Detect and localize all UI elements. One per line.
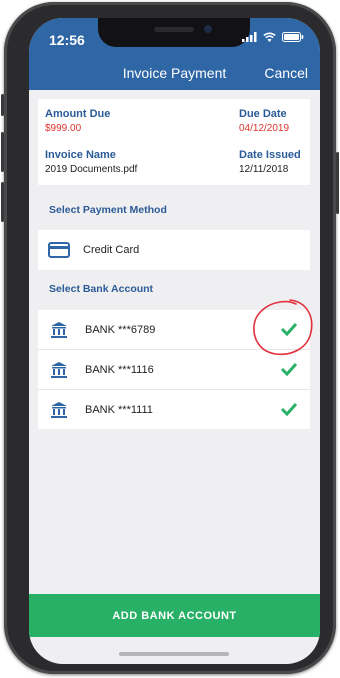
phone-frame: 12:56 Invoice Payment Cancel Amount Due …	[1, 2, 339, 674]
due-date-field: Due Date 04/12/2019	[239, 108, 289, 134]
bank-account-row[interactable]: BANK ***1116	[38, 350, 310, 390]
amount-due-field: Amount Due $999.00	[45, 108, 110, 134]
check-icon	[280, 362, 298, 376]
screen: 12:56 Invoice Payment Cancel Amount Due …	[29, 18, 320, 664]
wifi-icon	[263, 32, 276, 42]
credit-card-icon	[48, 242, 70, 258]
bank-account-list: BANK ***6789 BANK ***1116 BANK ***1111	[38, 310, 310, 429]
invoice-name-label: Invoice Name	[45, 149, 116, 161]
payment-method-heading: Select Payment Method	[49, 204, 167, 216]
bank-account-heading: Select Bank Account	[49, 283, 154, 295]
bank-icon	[51, 401, 67, 418]
cancel-button[interactable]: Cancel	[264, 65, 308, 81]
date-issued-label: Date Issued	[239, 149, 301, 161]
volume-up-button	[1, 132, 4, 172]
add-bank-account-button[interactable]: ADD BANK ACCOUNT	[29, 594, 320, 637]
bank-icon	[51, 361, 67, 378]
status-time: 12:56	[49, 32, 85, 48]
bank-account-name: BANK ***6789	[85, 323, 156, 336]
power-button	[336, 152, 339, 214]
bank-account-row[interactable]: BANK ***6789	[38, 310, 310, 350]
due-date-value: 04/12/2019	[239, 123, 290, 134]
check-icon	[280, 322, 298, 336]
payment-method-credit-card[interactable]: Credit Card	[38, 230, 310, 270]
due-date-label: Due Date	[239, 108, 287, 120]
amount-due-value: $999.00	[45, 123, 82, 134]
check-icon	[280, 402, 298, 416]
bank-icon	[51, 321, 67, 338]
invoice-summary-card: Amount Due $999.00 Due Date 04/12/2019 I…	[38, 99, 310, 185]
bank-account-name: BANK ***1116	[85, 363, 154, 376]
status-icons	[242, 32, 304, 42]
payment-method-label: Credit Card	[83, 244, 140, 256]
bank-account-name: BANK ***1111	[85, 403, 153, 416]
invoice-name-field: Invoice Name 2019 Documents.pdf	[45, 149, 137, 175]
volume-down-button	[1, 182, 4, 222]
amount-due-label: Amount Due	[45, 108, 111, 120]
invoice-name-value: 2019 Documents.pdf	[45, 164, 138, 175]
mute-switch	[1, 94, 4, 116]
home-indicator	[119, 652, 229, 656]
earpiece-speaker	[154, 27, 194, 32]
front-camera	[204, 25, 212, 33]
nav-header: 12:56 Invoice Payment Cancel	[29, 18, 320, 90]
date-issued-value: 12/11/2018	[239, 164, 289, 175]
bank-account-row[interactable]: BANK ***1111	[38, 390, 310, 429]
battery-icon	[282, 32, 304, 42]
signal-icon	[242, 32, 257, 42]
notch	[98, 18, 250, 47]
date-issued-field: Date Issued 12/11/2018	[239, 149, 301, 175]
